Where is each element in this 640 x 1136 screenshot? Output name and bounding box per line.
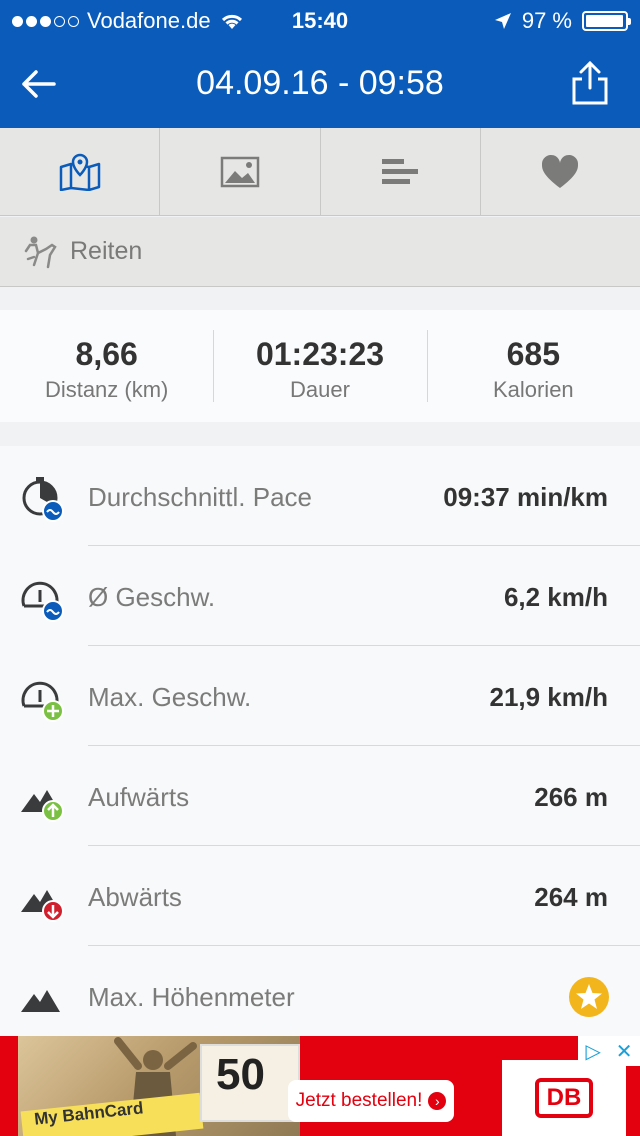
map-icon: [59, 153, 100, 191]
stat-value: 266 m: [534, 782, 608, 812]
activity-type-row[interactable]: Reiten: [0, 217, 640, 287]
avg-pace-icon: [22, 477, 64, 522]
ad-50-number: 50: [216, 1050, 265, 1099]
chevron-right-icon: ›: [428, 1092, 447, 1110]
stat-label: Ø Geschw.: [88, 582, 216, 612]
stat-row-max-speed: Max. Geschw. 21,9 km/h: [0, 646, 640, 746]
stat-row-elevation-up: Aufwärts 266 m: [0, 746, 640, 846]
status-right: 97 %: [494, 8, 631, 34]
stat-value: 6,2 km/h: [503, 582, 608, 612]
close-ad-icon[interactable]: ✕: [616, 1039, 633, 1064]
stat-label: Max. Höhenmeter: [88, 982, 295, 1012]
splits-icon: [382, 158, 419, 184]
distance-label: Distanz (km): [44, 377, 169, 402]
max-elevation-icon: [21, 990, 60, 1012]
distance-value: 8,66: [75, 336, 138, 372]
ad-cta-label: Jetzt bestellen!: [295, 1090, 423, 1111]
stat-row-avg-speed: Ø Geschw. 6,2 km/h: [0, 546, 640, 646]
ad-banner[interactable]: My BahnCard 50 Jetzt bestellen! › DB ▷ ✕: [0, 1036, 640, 1136]
tab-photos[interactable]: [160, 128, 321, 215]
detail-tabs: [0, 128, 640, 216]
stat-value: 264 m: [534, 882, 608, 912]
battery-percent: 97 %: [521, 8, 572, 33]
app-header: 04.09.16 - 09:58: [0, 40, 640, 128]
max-speed-icon: [21, 681, 64, 722]
activity-type-label: Reiten: [70, 237, 143, 265]
elevation-up-icon: [21, 790, 64, 822]
duration-value: 01:23:23: [255, 336, 385, 372]
summary-panel: 8,66 Distanz (km) 01:23:23 Dauer 685 Kal…: [0, 310, 640, 422]
photo-icon: [220, 156, 260, 187]
avg-speed-icon: [21, 581, 64, 622]
elevation-down-icon: [21, 890, 64, 922]
horse-riding-icon: [24, 236, 57, 268]
duration-label: Dauer: [290, 377, 350, 402]
summary-distance: 8,66 Distanz (km): [0, 310, 213, 422]
calories-value: 685: [506, 336, 561, 372]
stat-label: Max. Geschw.: [88, 682, 252, 712]
tab-favorite[interactable]: [481, 128, 640, 215]
tab-map[interactable]: [0, 128, 161, 215]
status-bar: Vodafone.de 15:40 97 %: [0, 0, 640, 40]
stat-label: Durchschnittl. Pace: [88, 482, 312, 512]
db-logo-panel: DB: [502, 1060, 626, 1136]
stats-list: Durchschnittl. Pace 09:37 min/km Ø Gesch…: [0, 446, 640, 1036]
stat-row-elevation-down: Abwärts 264 m: [0, 846, 640, 946]
location-arrow-icon: [494, 13, 511, 29]
summary-duration: 01:23:23 Dauer: [213, 310, 426, 422]
calories-label: Kalorien: [492, 377, 574, 402]
adchoices-icon[interactable]: ▷: [585, 1039, 600, 1064]
battery-icon: [582, 11, 631, 31]
ad-cta-button[interactable]: Jetzt bestellen! ›: [288, 1080, 454, 1122]
stat-label: Abwärts: [88, 882, 182, 912]
stat-value: 21,9 km/h: [489, 682, 608, 712]
tab-splits[interactable]: [321, 128, 481, 215]
premium-star-icon[interactable]: [568, 976, 610, 1018]
share-icon[interactable]: [570, 60, 610, 106]
stat-row-max-elevation: Max. Höhenmeter: [0, 946, 640, 1046]
stat-label: Aufwärts: [88, 782, 190, 812]
heart-icon: [542, 154, 579, 188]
page-title: 04.09.16 - 09:58: [196, 64, 444, 102]
db-logo: DB: [534, 1078, 594, 1118]
battery-fill: [586, 15, 623, 27]
adchoices-bar[interactable]: ▷ ✕: [578, 1036, 640, 1066]
summary-calories: 685 Kalorien: [426, 310, 640, 422]
stat-value: 09:37 min/km: [443, 482, 608, 512]
stat-row-avg-pace: Durchschnittl. Pace 09:37 min/km: [0, 446, 640, 546]
